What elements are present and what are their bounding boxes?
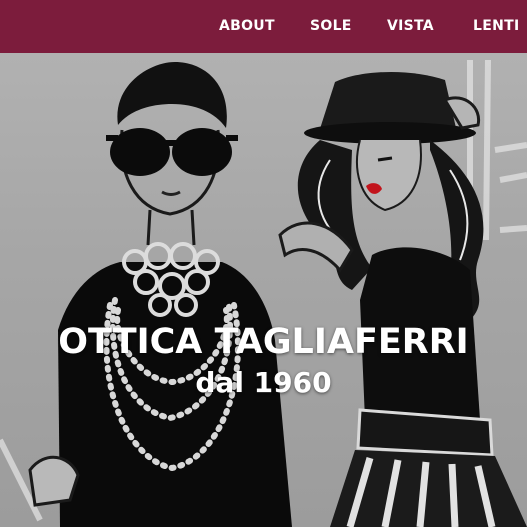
sunglasses <box>106 128 238 176</box>
nav-item-sole[interactable]: SOLE <box>310 0 352 53</box>
nav-item-about[interactable]: ABOUT <box>219 0 275 53</box>
striped-skirt <box>330 450 527 527</box>
nav-item-lenti[interactable]: LENTI <box>473 0 519 53</box>
woman-with-sunglasses-figure <box>28 62 292 527</box>
hero-fashion-illustration <box>0 59 527 527</box>
page: ABOUT SOLE VISTA LENTI OTTICA TAGLIAFERR… <box>0 0 527 527</box>
hero-title: OTTICA TAGLIAFERRI <box>58 322 469 362</box>
nav-item-vista[interactable]: VISTA <box>387 0 434 53</box>
hero-subtitle: dal 1960 <box>195 366 332 399</box>
top-navbar: ABOUT SOLE VISTA LENTI <box>0 0 527 53</box>
hair-bun <box>117 62 227 128</box>
